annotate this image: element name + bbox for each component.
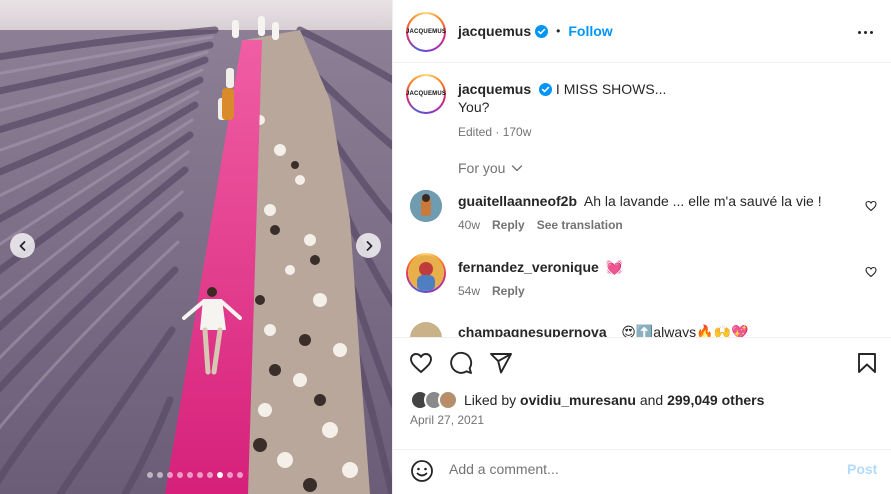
see-translation-button[interactable]: See translation bbox=[537, 218, 623, 232]
caption-block: jacquemus I MISS SHOWS... You? Edited · … bbox=[458, 80, 868, 139]
commenter-username[interactable]: guaitellaanneof2b bbox=[458, 193, 577, 209]
commenter-photo-icon bbox=[410, 190, 442, 222]
verified-badge-icon bbox=[539, 83, 553, 96]
author-avatar[interactable]: JACQUEMUS bbox=[406, 12, 446, 52]
carousel-dot-active bbox=[217, 472, 223, 478]
carousel-dot bbox=[237, 472, 243, 478]
likes-middle: and bbox=[639, 392, 664, 408]
comment-text: Ah la lavande ... elle m'a sauvé la vie … bbox=[583, 193, 822, 209]
bookmark-save-icon[interactable] bbox=[855, 351, 879, 375]
commenter-avatar[interactable] bbox=[406, 253, 446, 293]
caption-avatar[interactable]: JACQUEMUS bbox=[406, 74, 446, 114]
chevron-down-icon bbox=[512, 165, 523, 172]
post-actions: Liked by ovidiu_muresanu and 299,049 oth… bbox=[393, 337, 891, 449]
more-options-button[interactable] bbox=[858, 24, 874, 40]
follow-button[interactable]: Follow bbox=[568, 23, 612, 39]
add-comment-input[interactable]: Add a comment... bbox=[449, 461, 559, 477]
liker-avatar[interactable] bbox=[438, 390, 458, 410]
previous-slide-button[interactable] bbox=[10, 233, 35, 258]
comment-like-heart-icon[interactable] bbox=[865, 200, 877, 212]
chevron-right-icon bbox=[366, 240, 372, 251]
commenter-photo-icon bbox=[408, 255, 444, 291]
comment-filter-dropdown[interactable]: For you bbox=[458, 160, 524, 176]
carousel-dot bbox=[177, 472, 183, 478]
commenter-username[interactable]: fernandez_veronique bbox=[458, 259, 599, 275]
post-comment-button[interactable]: Post bbox=[847, 461, 877, 477]
likes-summary: Liked by ovidiu_muresanu and 299,049 oth… bbox=[410, 390, 764, 410]
comment-age: 54w bbox=[458, 284, 481, 298]
post-media[interactable] bbox=[0, 0, 392, 494]
add-comment-bar: Add a comment... Post bbox=[393, 449, 891, 494]
header-username[interactable]: jacquemus bbox=[458, 23, 531, 39]
comment-age: 40w bbox=[458, 218, 481, 232]
carousel-dot bbox=[187, 472, 193, 478]
caption-username[interactable]: jacquemus bbox=[458, 81, 531, 97]
comment-bubble-icon[interactable] bbox=[449, 351, 473, 375]
chevron-left-icon bbox=[19, 240, 25, 251]
share-paper-plane-icon[interactable] bbox=[489, 351, 513, 375]
commenter-avatar[interactable] bbox=[410, 190, 442, 222]
commenter-avatar[interactable] bbox=[410, 322, 442, 337]
likes-count[interactable]: 299,049 others bbox=[667, 392, 764, 408]
post-date[interactable]: April 27, 2021 bbox=[410, 413, 484, 427]
reply-button[interactable]: Reply bbox=[492, 218, 525, 232]
comment-filter-label: For you bbox=[458, 160, 506, 176]
carousel-dot bbox=[197, 472, 203, 478]
avatar-logo-text: JACQUEMUS bbox=[405, 29, 447, 35]
post-side-panel: JACQUEMUS jacquemus • Follow JACQUEMUS j… bbox=[392, 0, 891, 494]
comment-like-heart-icon[interactable] bbox=[865, 266, 877, 278]
carousel-dot bbox=[167, 472, 173, 478]
more-dot-icon bbox=[858, 30, 861, 34]
more-dot-icon bbox=[870, 30, 873, 34]
liker-username[interactable]: ovidiu_muresanu bbox=[520, 392, 636, 408]
reply-button[interactable]: Reply bbox=[492, 284, 525, 298]
caption-meta: Edited · 170w bbox=[458, 125, 532, 139]
more-dot-icon bbox=[864, 30, 867, 34]
comment-text: 💓 bbox=[605, 259, 624, 275]
likes-prefix: Liked by bbox=[464, 392, 517, 408]
carousel-dot bbox=[227, 472, 233, 478]
commenter-username[interactable]: champagnesupernova_ bbox=[458, 324, 614, 337]
like-heart-icon[interactable] bbox=[409, 351, 433, 375]
next-slide-button[interactable] bbox=[356, 233, 381, 258]
carousel-dot bbox=[207, 472, 213, 478]
caption-text-line1: I MISS SHOWS... bbox=[555, 81, 667, 97]
header-separator: • bbox=[556, 24, 561, 38]
verified-badge-icon bbox=[535, 24, 549, 38]
instagram-post: JACQUEMUS jacquemus • Follow JACQUEMUS j… bbox=[0, 0, 891, 494]
comments-list[interactable]: JACQUEMUS jacquemus I MISS SHOWS... You?… bbox=[393, 64, 891, 337]
carousel-dot bbox=[157, 472, 163, 478]
carousel-dot bbox=[147, 472, 153, 478]
caption-text-line2: You? bbox=[458, 99, 490, 115]
comment-text: 😍⬆️always🔥🙌💖 bbox=[621, 324, 749, 337]
post-header: JACQUEMUS jacquemus • Follow bbox=[393, 0, 891, 63]
lavender-field-runway-image bbox=[0, 0, 392, 494]
avatar-logo-text: JACQUEMUS bbox=[405, 91, 447, 97]
emoji-smiley-icon[interactable] bbox=[410, 459, 434, 483]
carousel-indicator bbox=[147, 472, 243, 478]
